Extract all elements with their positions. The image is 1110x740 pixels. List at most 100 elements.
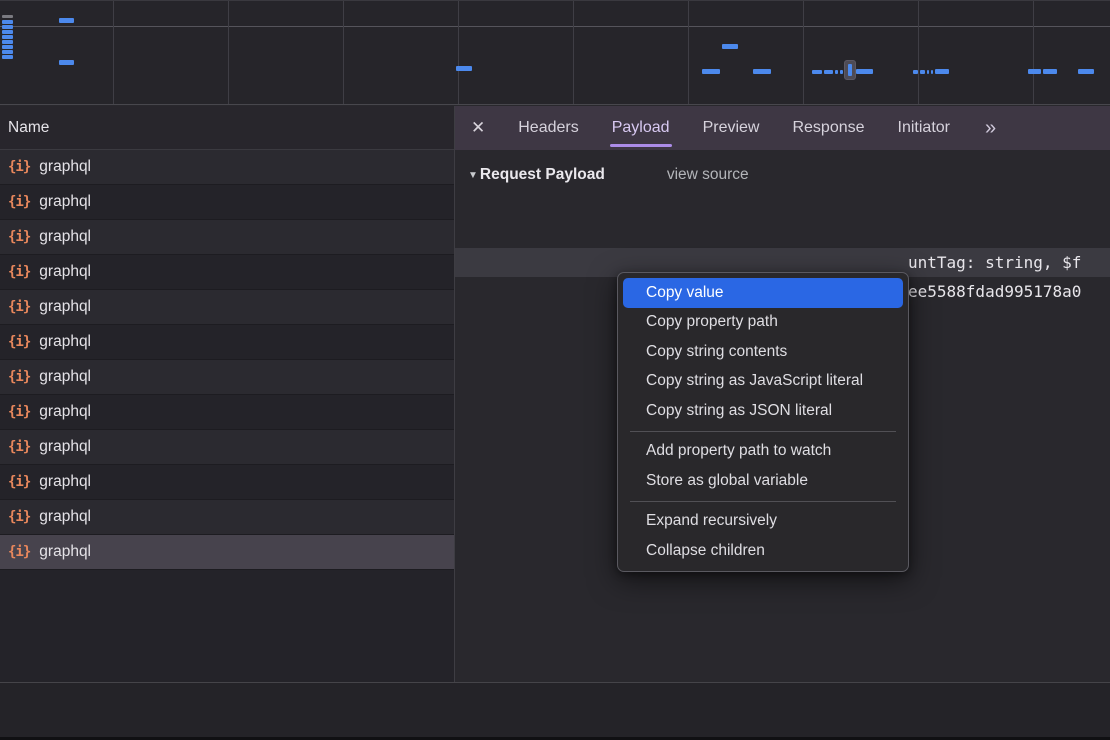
tab-response[interactable]: Response bbox=[792, 106, 864, 150]
overview-request-bar[interactable] bbox=[1078, 69, 1094, 74]
overview-request-bar[interactable] bbox=[913, 70, 918, 74]
request-row[interactable]: {i}graphql bbox=[0, 535, 454, 570]
tab-initiator[interactable]: Initiator bbox=[898, 106, 950, 150]
overview-request-bar[interactable] bbox=[753, 69, 771, 74]
overview-request-bar[interactable] bbox=[722, 44, 738, 49]
tab-label: Preview bbox=[703, 119, 760, 137]
json-braces-icon: {i} bbox=[8, 299, 30, 315]
request-row[interactable]: {i}graphql bbox=[0, 150, 454, 185]
overview-request-bar[interactable] bbox=[920, 70, 925, 74]
request-name-label: graphql bbox=[39, 508, 91, 526]
tab-preview[interactable]: Preview bbox=[703, 106, 760, 150]
overview-request-bar[interactable] bbox=[456, 66, 472, 71]
overview-vertical-gridline bbox=[1033, 1, 1034, 104]
more-tabs-icon[interactable]: » bbox=[985, 117, 994, 140]
menu-item-store-as-global-variable[interactable]: Store as global variable bbox=[618, 466, 908, 496]
menu-item-copy-string-as-json-literal[interactable]: Copy string as JSON literal bbox=[618, 396, 908, 426]
request-row[interactable]: {i} graphql bbox=[0, 255, 454, 290]
request-name-label: graphql bbox=[39, 158, 91, 176]
json-braces-icon: {i} bbox=[8, 369, 30, 385]
overview-request-bar[interactable] bbox=[2, 50, 13, 54]
view-source-link[interactable]: view source bbox=[667, 166, 749, 184]
network-overview[interactable] bbox=[0, 0, 1110, 105]
tab-label: Initiator bbox=[898, 119, 950, 137]
overview-gray-bar[interactable] bbox=[2, 15, 13, 18]
overview-request-bar[interactable] bbox=[59, 60, 74, 65]
overview-request-bar[interactable] bbox=[856, 69, 873, 74]
request-row[interactable]: {i}graphql bbox=[0, 430, 454, 465]
menu-separator bbox=[630, 431, 896, 432]
json-braces-icon: {i} bbox=[8, 334, 30, 350]
overview-vertical-gridline bbox=[688, 1, 689, 104]
overview-selected-marker-bar bbox=[848, 64, 852, 76]
request-list: {i} graphql {i} graphql {i} graphql {i} graphql… bbox=[0, 150, 454, 570]
tree-root-row[interactable]: ▼{operationName: "ipFlowTimeseries", var… bbox=[455, 190, 1110, 219]
request-row[interactable]: {i} graphql bbox=[0, 395, 454, 430]
request-name-label: graphql bbox=[39, 193, 91, 211]
overview-request-bar[interactable] bbox=[824, 70, 833, 74]
summary-bar bbox=[0, 682, 1110, 737]
request-row[interactable]: {i}graphql bbox=[0, 360, 454, 395]
request-row[interactable]: {i}graphql bbox=[0, 325, 454, 360]
json-braces-icon: {i} bbox=[8, 474, 30, 490]
menu-item-add-property-path-to-watch[interactable]: Add property path to watch bbox=[618, 437, 908, 467]
property-value-right: untTag: string, $f bbox=[908, 248, 1081, 277]
close-icon[interactable]: ✕ bbox=[471, 118, 485, 138]
overview-vertical-gridline bbox=[113, 1, 114, 104]
overview-vertical-gridline bbox=[343, 1, 344, 104]
request-name-label: graphql bbox=[39, 543, 91, 561]
overview-vertical-gridline bbox=[918, 1, 919, 104]
detail-tabbar: ✕ Headers Payload Preview Response Initiator… bbox=[455, 106, 1110, 150]
overview-request-bar[interactable] bbox=[2, 20, 13, 24]
json-braces-icon: {i} bbox=[8, 264, 30, 280]
overview-request-bar[interactable] bbox=[931, 70, 933, 74]
request-name-label: graphql bbox=[39, 263, 91, 281]
overview-vertical-gridline bbox=[803, 1, 804, 104]
name-column-header[interactable]: Name bbox=[0, 106, 454, 150]
overview-request-bar[interactable] bbox=[812, 70, 822, 74]
property-value-right: ee5588fdad995178a0 bbox=[908, 277, 1081, 306]
overview-request-bar[interactable] bbox=[2, 30, 13, 34]
json-braces-icon: {i} bbox=[8, 229, 30, 245]
overview-vertical-gridline bbox=[458, 1, 459, 104]
request-name-label: graphql bbox=[39, 228, 91, 246]
request-list-panel: Name {i}graphql{i}graphql{i}graphql{i}gr… bbox=[0, 106, 454, 682]
overview-request-bar[interactable] bbox=[2, 45, 13, 49]
overview-request-bar[interactable] bbox=[2, 35, 13, 39]
menu-item-copy-property-path[interactable]: Copy property path bbox=[618, 308, 908, 338]
devtools-network-panel: Name {i}graphql{i}graphql{i}graphql{i}gr… bbox=[0, 0, 1110, 740]
overview-request-bar[interactable] bbox=[2, 40, 13, 44]
request-row[interactable]: {i}graphql bbox=[0, 500, 454, 535]
overview-vertical-gridline bbox=[573, 1, 574, 104]
tab-payload[interactable]: Payload bbox=[612, 106, 670, 150]
overview-request-bar[interactable] bbox=[935, 69, 949, 74]
name-column-label: Name bbox=[8, 119, 49, 137]
overview-request-bar[interactable] bbox=[2, 25, 13, 29]
overview-request-bar[interactable] bbox=[1028, 69, 1041, 74]
overview-request-bar[interactable] bbox=[702, 69, 720, 74]
menu-item-copy-string-contents[interactable]: Copy string contents bbox=[618, 337, 908, 367]
menu-item-copy-string-as-javascript-literal[interactable]: Copy string as JavaScript literal bbox=[618, 367, 908, 397]
request-row[interactable]: {i}graphql bbox=[0, 465, 454, 500]
json-braces-icon: {i} bbox=[8, 194, 30, 210]
request-row[interactable]: {i} graphql bbox=[0, 185, 454, 220]
overview-request-bar[interactable] bbox=[840, 70, 843, 74]
tab-label: Payload bbox=[612, 119, 670, 137]
tree-row-operationName[interactable]: operationName: "ipFlowTimeseries" bbox=[455, 219, 1110, 248]
menu-item-copy-value[interactable]: Copy value bbox=[623, 278, 903, 308]
overview-request-bar[interactable] bbox=[59, 18, 74, 23]
menu-item-expand-recursively[interactable]: Expand recursively bbox=[618, 507, 908, 537]
overview-request-bar[interactable] bbox=[1043, 69, 1057, 74]
section-title: Request Payload bbox=[480, 166, 605, 184]
request-name-label: graphql bbox=[39, 403, 91, 421]
json-braces-icon: {i} bbox=[8, 404, 30, 420]
overview-request-bar[interactable] bbox=[927, 70, 929, 74]
menu-item-collapse-children[interactable]: Collapse children bbox=[618, 536, 908, 566]
request-row[interactable]: {i}graphql bbox=[0, 290, 454, 325]
tab-headers[interactable]: Headers bbox=[518, 106, 578, 150]
overview-request-bar[interactable] bbox=[2, 55, 13, 59]
request-payload-section-header[interactable]: ▼ Request Payload view source bbox=[455, 150, 1110, 190]
collapse-triangle-icon[interactable]: ▼ bbox=[468, 170, 478, 181]
overview-request-bar[interactable] bbox=[835, 70, 838, 74]
request-row[interactable]: {i} graphql bbox=[0, 220, 454, 255]
